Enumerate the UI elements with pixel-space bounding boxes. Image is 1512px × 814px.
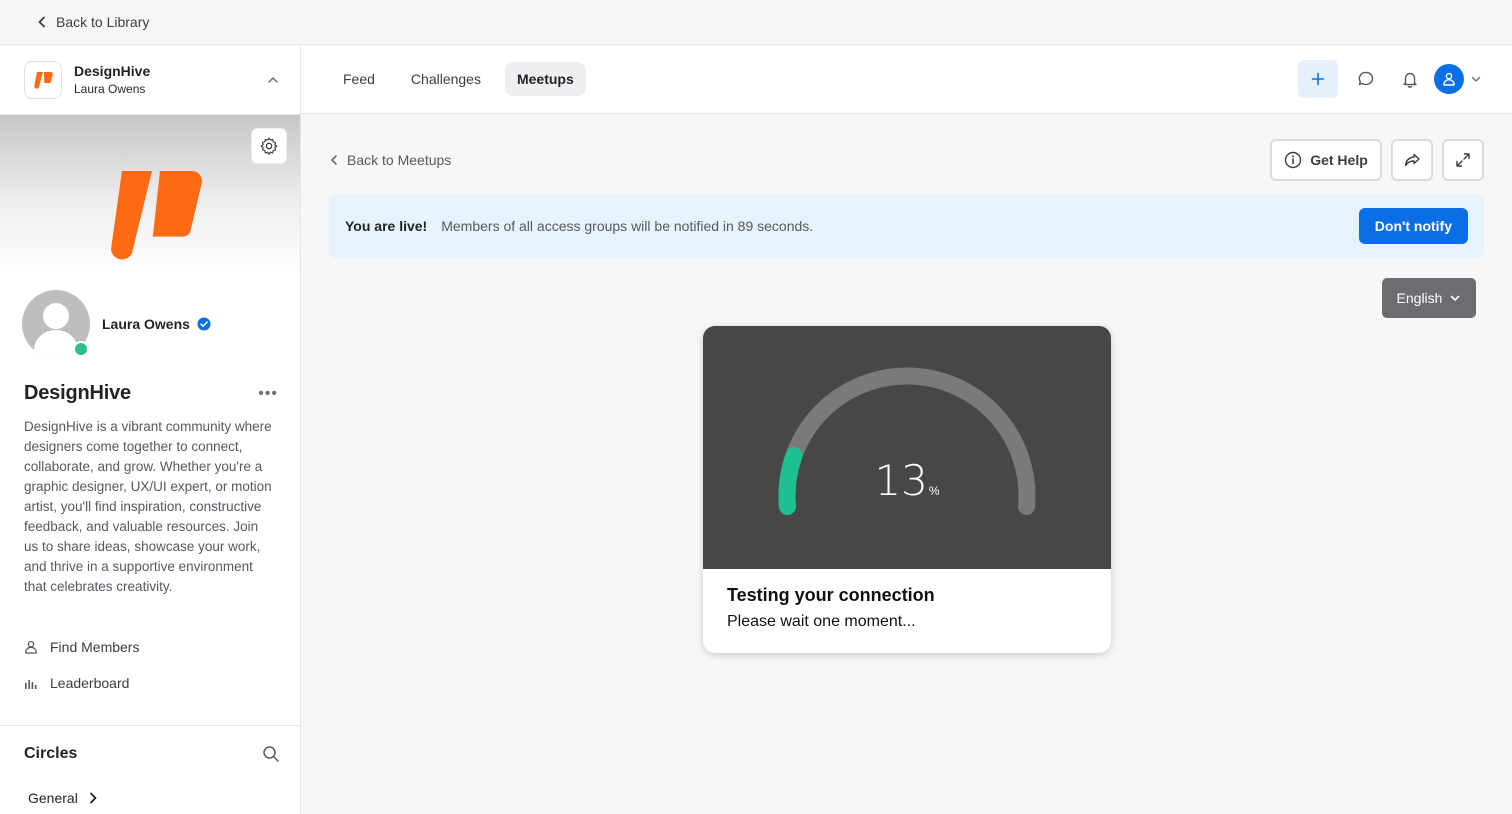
user-menu-button[interactable] [1434, 64, 1482, 94]
more-options-icon[interactable]: ••• [258, 385, 278, 403]
connection-progress-value: 13 [874, 456, 928, 505]
sidebar-item-label: Leaderboard [50, 675, 130, 691]
connection-gauge: 13% [703, 326, 1111, 569]
verified-badge-icon [197, 317, 211, 331]
designhive-cover-logo [111, 171, 202, 260]
sidebar-links: Find Members Leaderboard [0, 629, 300, 701]
notifications-button[interactable] [1388, 60, 1432, 98]
chat-bubble-icon [1358, 71, 1374, 86]
circles-title: Circles [24, 744, 78, 762]
connection-test-card: 13% Testing your connection Please wait … [703, 326, 1111, 653]
connection-progress-unit: % [928, 484, 940, 498]
connection-test-subtitle: Please wait one moment... [727, 613, 916, 630]
back-to-meetups-link[interactable]: Back to Meetups [329, 152, 451, 168]
community-logo [24, 60, 62, 99]
create-button[interactable] [1298, 60, 1338, 98]
tab-feed[interactable]: Feed [331, 62, 387, 96]
main-header: Feed Challenges Meetups [301, 45, 1512, 114]
dont-notify-button[interactable]: Don't notify [1358, 208, 1468, 244]
tab-challenges[interactable]: Challenges [399, 62, 493, 96]
profile-row[interactable]: Laura Owens [0, 290, 300, 358]
bell-icon [1403, 72, 1417, 88]
user-icon [1443, 72, 1455, 86]
sidebar-item-find-members[interactable]: Find Members [0, 629, 300, 665]
switcher-subtitle: Laura Owens [74, 82, 146, 96]
info-icon [1285, 151, 1302, 169]
circles-header: Circles [0, 725, 300, 781]
search-icon[interactable] [262, 745, 280, 763]
get-help-label: Get Help [1310, 152, 1368, 168]
profile-name: Laura Owens [102, 316, 190, 332]
online-status-dot [73, 341, 89, 357]
top-bar: Back to Library [0, 0, 1512, 45]
user-avatar [1434, 64, 1464, 94]
back-to-library-link[interactable]: Back to Library [36, 14, 149, 30]
tab-meetups[interactable]: Meetups [504, 62, 586, 96]
cover-settings-button[interactable] [251, 128, 287, 164]
notify-countdown-text: Members of all access groups will be not… [441, 218, 814, 234]
bar-chart-icon [25, 680, 37, 689]
community-switcher[interactable]: DesignHive Laura Owens [0, 45, 300, 115]
expand-icon [1456, 153, 1470, 167]
back-to-library-label: Back to Library [56, 14, 150, 30]
gear-icon [260, 137, 278, 155]
messages-button[interactable] [1344, 60, 1388, 98]
sidebar-item-leaderboard[interactable]: Leaderboard [0, 665, 300, 701]
fullscreen-button[interactable] [1442, 139, 1484, 181]
share-button[interactable] [1391, 139, 1433, 181]
chevron-left-icon [331, 155, 337, 165]
sidebar-item-label: Find Members [50, 639, 140, 655]
designhive-logo-icon [34, 71, 53, 89]
live-status-text: You are live! [345, 218, 428, 234]
get-help-button[interactable]: Get Help [1270, 139, 1382, 181]
chevron-left-icon [38, 16, 45, 28]
language-select[interactable]: English [1382, 278, 1476, 318]
sidebar: DesignHive Laura Owens Laura Owens Desig… [0, 45, 301, 814]
community-description: DesignHive is a vibrant community where … [24, 419, 272, 594]
connection-test-title: Testing your connection [727, 585, 935, 605]
chevron-down-icon [1451, 295, 1460, 301]
share-icon [1404, 153, 1420, 167]
chevron-down-icon [1471, 76, 1481, 82]
chevron-right-icon [89, 792, 97, 804]
plus-icon [1311, 72, 1325, 86]
live-banner: You are live! Members of all access grou… [329, 194, 1484, 258]
back-to-meetups-label: Back to Meetups [347, 152, 452, 168]
community-cover [0, 115, 300, 275]
language-select-value: English [1396, 290, 1443, 306]
chevron-up-icon[interactable] [266, 73, 280, 87]
circle-item-general[interactable]: General [28, 790, 98, 806]
person-icon [25, 640, 37, 654]
circle-item-label: General [28, 790, 78, 806]
meetup-main: Back to Meetups Get Help You are live! M… [301, 114, 1512, 814]
community-name: DesignHive [24, 382, 131, 404]
switcher-title: DesignHive [74, 63, 151, 79]
